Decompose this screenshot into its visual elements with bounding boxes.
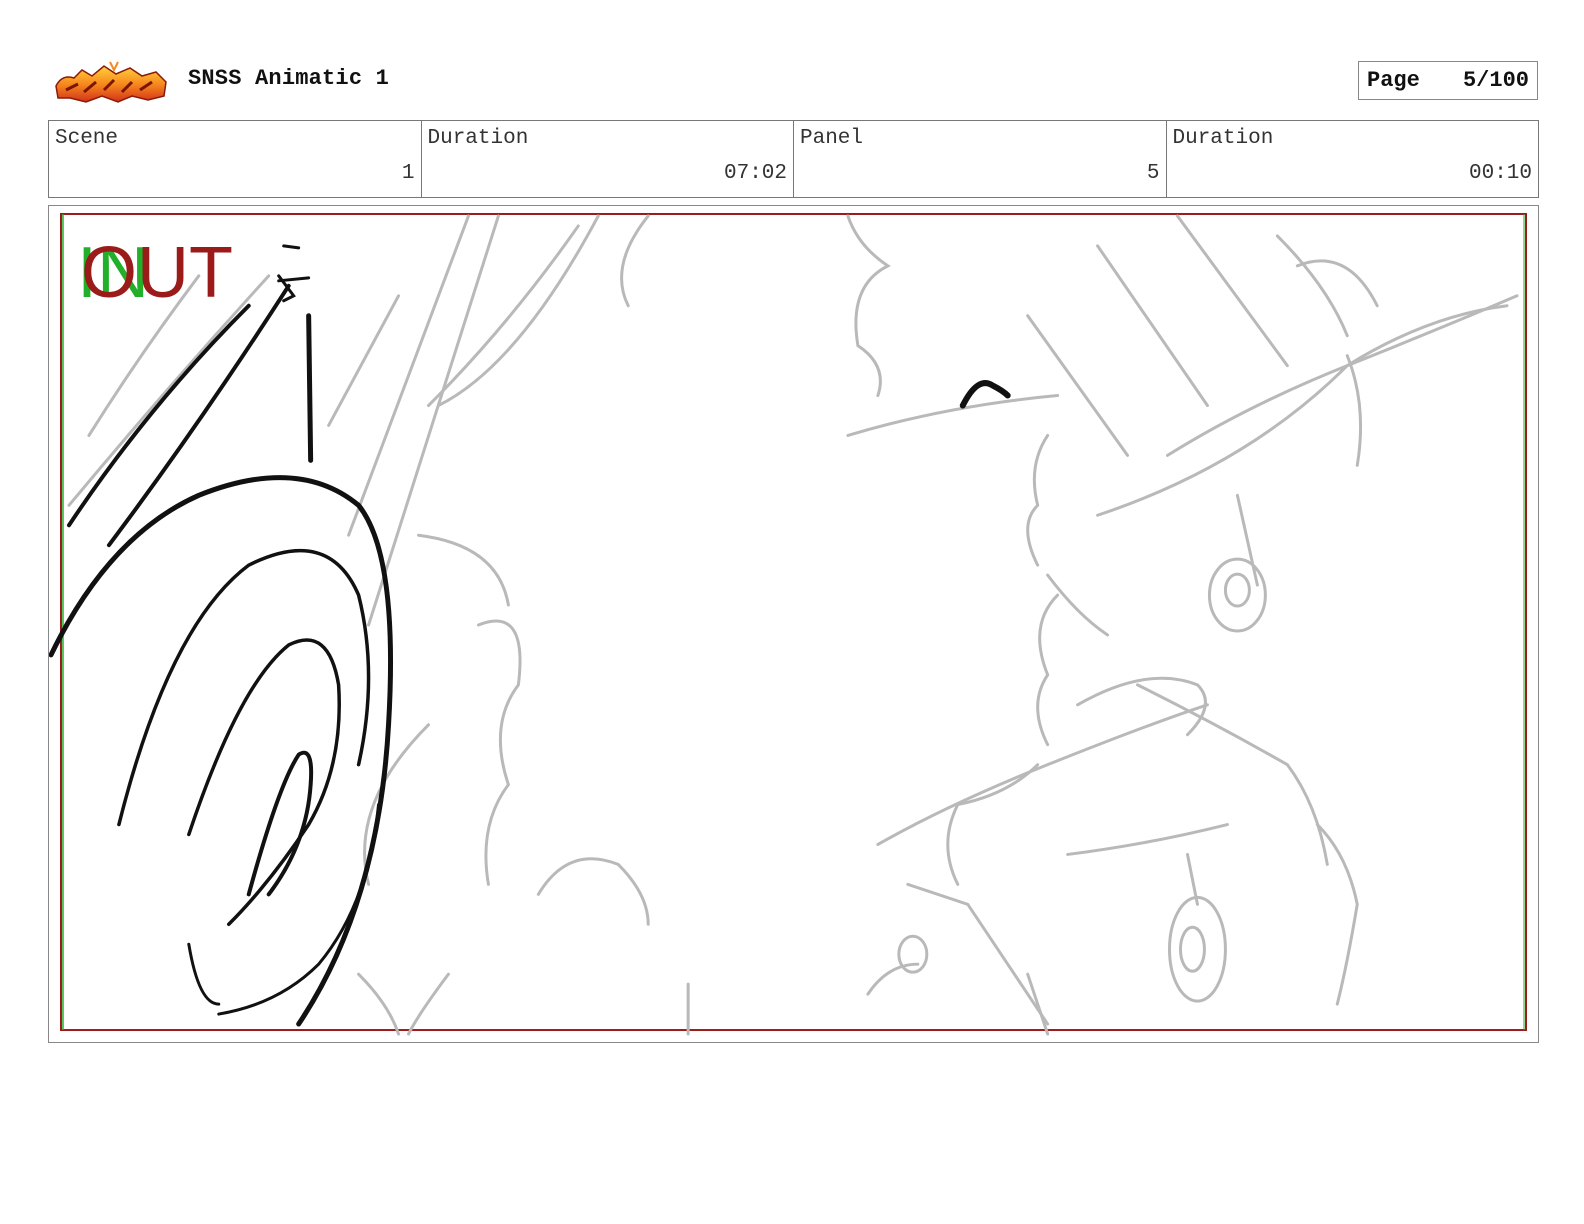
scene-duration-label: Duration (427, 127, 529, 150)
panel-duration-cell: Duration 00:10 (1167, 121, 1539, 197)
out-marker: OUT (81, 233, 233, 313)
show-logo (55, 61, 167, 103)
panel-duration-value: 00:10 (1468, 162, 1532, 185)
scene-duration-cell: Duration 07:02 (422, 121, 794, 197)
page-number: 5/100 (1462, 68, 1529, 93)
page-indicator: Page 5/100 (1358, 61, 1538, 100)
panel-value: 5 (1146, 162, 1160, 185)
scene-cell: Scene 1 (49, 121, 422, 197)
panel-cell: Panel 5 (794, 121, 1167, 197)
scene-label: Scene (55, 127, 119, 150)
in-out-marker: IN OUT (77, 236, 247, 311)
background-sketch (67, 214, 1519, 1036)
panel-sketch (49, 212, 1528, 1036)
scene-duration-value: 07:02 (723, 162, 787, 185)
document-title: SNSS Animatic 1 (188, 66, 390, 91)
scene-value: 1 (401, 162, 415, 185)
storyboard-panel: IN OUT (48, 205, 1539, 1043)
panel-label: Panel (800, 127, 864, 150)
scene-info-table: Scene 1 Duration 07:02 Panel 5 Duration … (48, 120, 1539, 198)
page-label: Page (1367, 68, 1420, 93)
panel-duration-label: Duration (1172, 127, 1274, 150)
safe-frame (59, 212, 1528, 1032)
foreground-sketch (49, 244, 1011, 1027)
